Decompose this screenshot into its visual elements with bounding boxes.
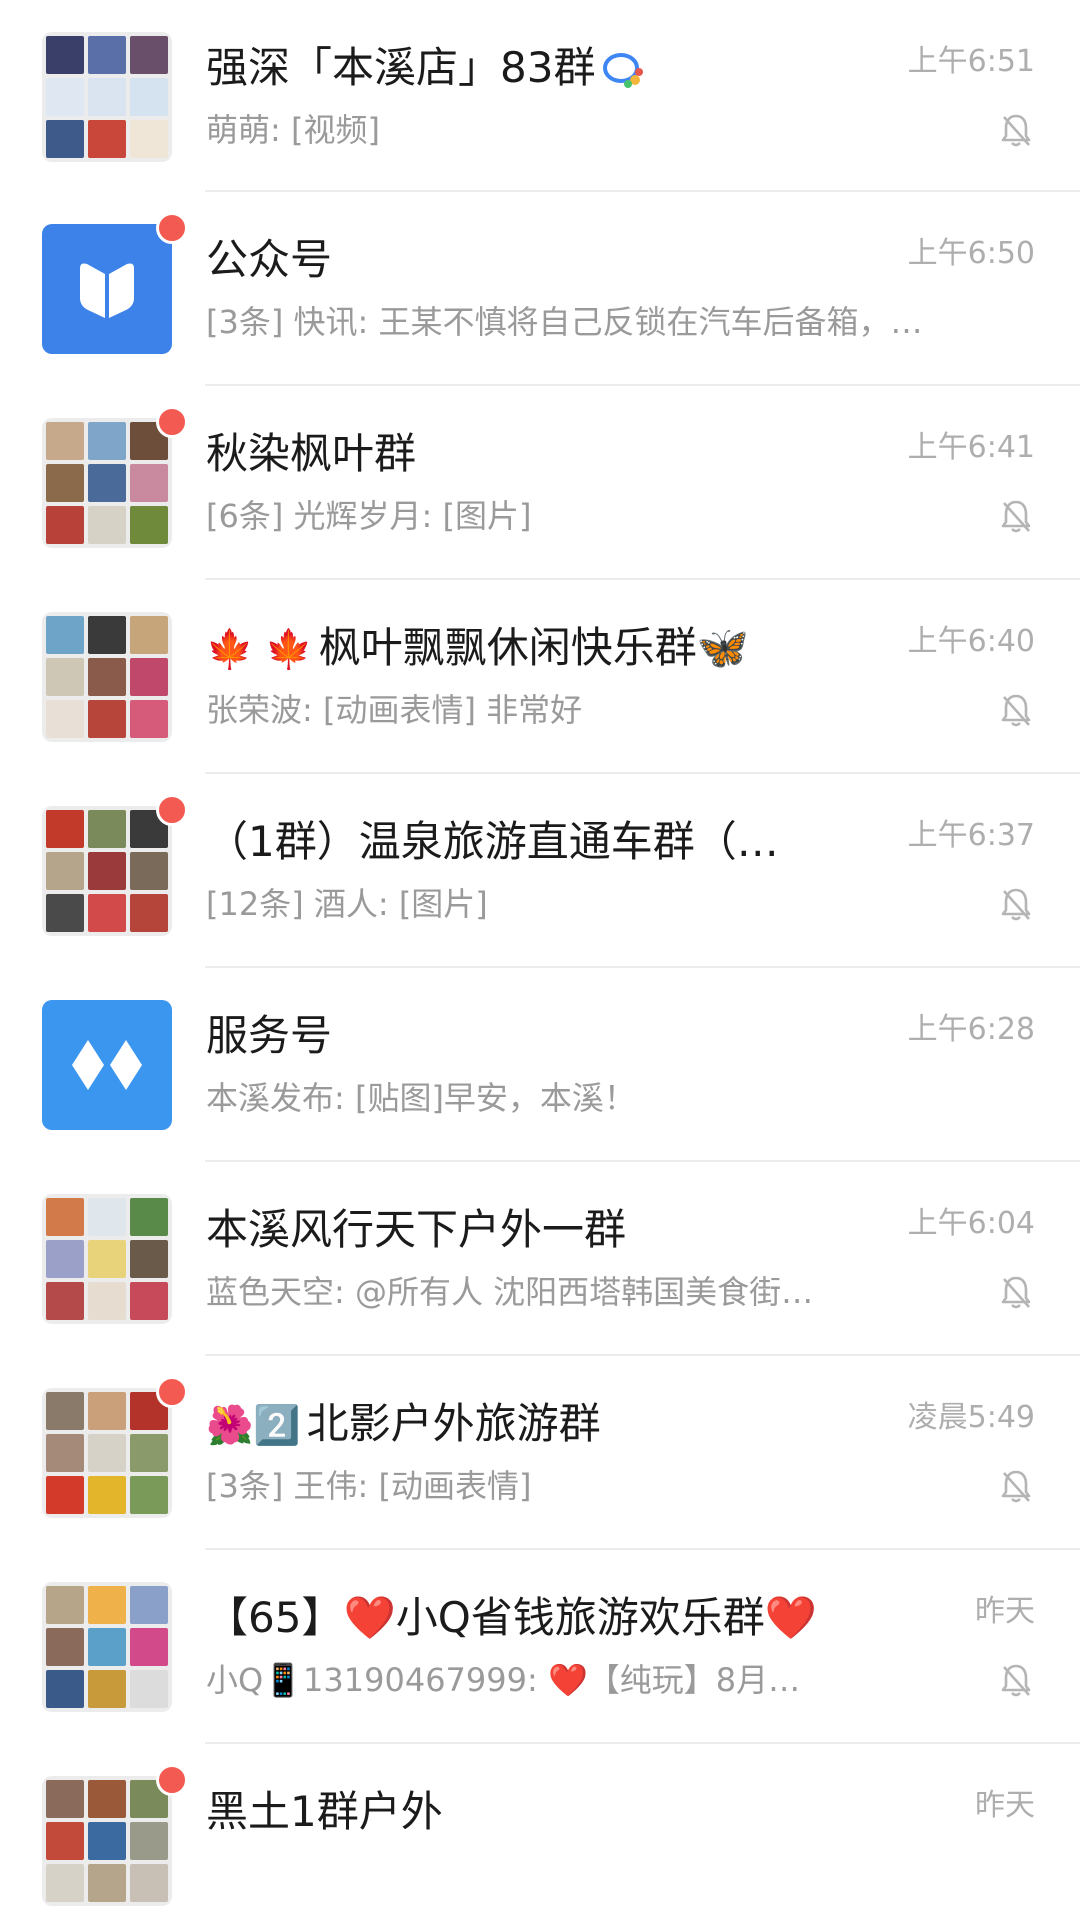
chat-title: 秋染枫叶群 (206, 429, 417, 478)
mute-bell-icon (1001, 500, 1031, 533)
chat-time: 上午6:04 (907, 1206, 1035, 1241)
maple-leaf-icon: 🍁 🍁 (206, 627, 313, 671)
group-avatar (42, 1388, 172, 1518)
chat-time: 凌晨5:49 (907, 1400, 1035, 1435)
chat-preview: 蓝色天空: @所有人 沈阳西塔韩国美食街➕彩… (206, 1273, 816, 1311)
mute-bell-icon (1001, 694, 1031, 727)
chat-title: 本溪风行天下户外一群 (206, 1205, 627, 1254)
chat-time: 昨天 (975, 1788, 1035, 1823)
unread-dot (156, 1376, 188, 1408)
chat-title: 公众号 (206, 235, 333, 284)
chat-title: 服务号 (206, 1011, 333, 1060)
chat-time: 上午6:37 (907, 818, 1035, 853)
chat-preview: 本溪发布: [贴图]早安，本溪！ (206, 1079, 636, 1117)
service-accounts-avatar (42, 1000, 172, 1130)
group-avatar (42, 32, 172, 162)
chat-title: 黑土1群户外 (206, 1787, 443, 1836)
chat-row[interactable]: 🌺2️⃣ 北影户外旅游群 [3条] 王伟: [动画表情] 凌晨5:49 (0, 1356, 1080, 1550)
group-avatar (42, 806, 172, 936)
mute-bell-icon (1001, 1470, 1031, 1503)
unread-dot (156, 794, 188, 826)
chat-time: 上午6:51 (907, 44, 1035, 79)
chat-time: 上午6:28 (907, 1012, 1035, 1047)
chat-time: 上午6:40 (907, 624, 1035, 659)
chat-row[interactable]: 强深「本溪店」83群 萌萌: [视频] 上午6:51 (0, 0, 1080, 192)
chat-time: 上午6:50 (907, 236, 1035, 271)
unread-dot (156, 212, 188, 244)
chat-row[interactable]: 本溪风行天下户外一群 蓝色天空: @所有人 沈阳西塔韩国美食街➕彩… 上午6:0… (0, 1162, 1080, 1356)
chat-preview: 萌萌: [视频] (206, 111, 380, 149)
chat-row[interactable]: 黑土1群户外 昨天 (0, 1744, 1080, 1924)
group-avatar (42, 1582, 172, 1712)
mute-bell-icon (1001, 1664, 1031, 1697)
unread-dot (156, 406, 188, 438)
chat-title: 强深「本溪店」83群 (206, 38, 846, 98)
chat-title: （1群）温泉旅游直通车群（… (206, 817, 779, 866)
chat-preview: [12条] 酒人: [图片] (206, 885, 488, 923)
mute-bell-icon (1001, 888, 1031, 921)
unread-dot (156, 1764, 188, 1796)
wecom-icon (603, 52, 644, 88)
mute-bell-icon (1001, 1276, 1031, 1309)
chat-row[interactable]: 🍁 🍁 枫叶飘飘休闲快乐群🦋 张荣波: [动画表情] 非常好 上午6:40 (0, 580, 1080, 774)
group-avatar (42, 1776, 172, 1906)
chat-row[interactable]: 秋染枫叶群 [6条] 光辉岁月: [图片] 上午6:41 (0, 386, 1080, 580)
group-avatar (42, 418, 172, 548)
service-accounts-icon (72, 1040, 142, 1090)
hibiscus-icon: 🌺2️⃣ (206, 1403, 301, 1447)
chat-preview: [3条] 王伟: [动画表情] (206, 1467, 532, 1505)
chat-preview: 小Q📱13190467999: ❤️【纯玩】8月29-30日… (206, 1661, 816, 1699)
group-avatar (42, 1194, 172, 1324)
chat-row[interactable]: 【65】❤️小Q省钱旅游欢乐群❤️ 小Q📱13190467999: ❤️【纯玩】… (0, 1550, 1080, 1744)
chat-title: 🌺2️⃣ 北影户外旅游群 (206, 1399, 601, 1448)
chat-title: 【65】❤️小Q省钱旅游欢乐群❤️ (206, 1593, 818, 1642)
chat-row[interactable]: 公众号 [3条] 快讯: 王某不慎将自己反锁在汽车后备箱，近… 上午6:50 (0, 192, 1080, 386)
chat-preview: [3条] 快讯: 王某不慎将自己反锁在汽车后备箱，近… (206, 303, 946, 341)
official-accounts-icon (80, 263, 134, 318)
chat-preview: 张荣波: [动画表情] 非常好 (206, 691, 583, 729)
chat-time: 昨天 (975, 1594, 1035, 1629)
chat-row[interactable]: （1群）温泉旅游直通车群（… [12条] 酒人: [图片] 上午6:37 (0, 774, 1080, 968)
chat-preview: [6条] 光辉岁月: [图片] (206, 497, 532, 535)
chat-time: 上午6:41 (907, 430, 1035, 465)
chat-row[interactable]: 服务号 本溪发布: [贴图]早安，本溪！ 上午6:28 (0, 968, 1080, 1162)
mute-bell-icon (1001, 114, 1031, 147)
official-accounts-avatar (42, 224, 172, 354)
chat-title: 🍁 🍁 枫叶飘飘休闲快乐群🦋 (206, 623, 750, 672)
chat-list: 强深「本溪店」83群 萌萌: [视频] 上午6:51 公众号 [3条] 快讯: … (0, 0, 1080, 1924)
group-avatar (42, 612, 172, 742)
